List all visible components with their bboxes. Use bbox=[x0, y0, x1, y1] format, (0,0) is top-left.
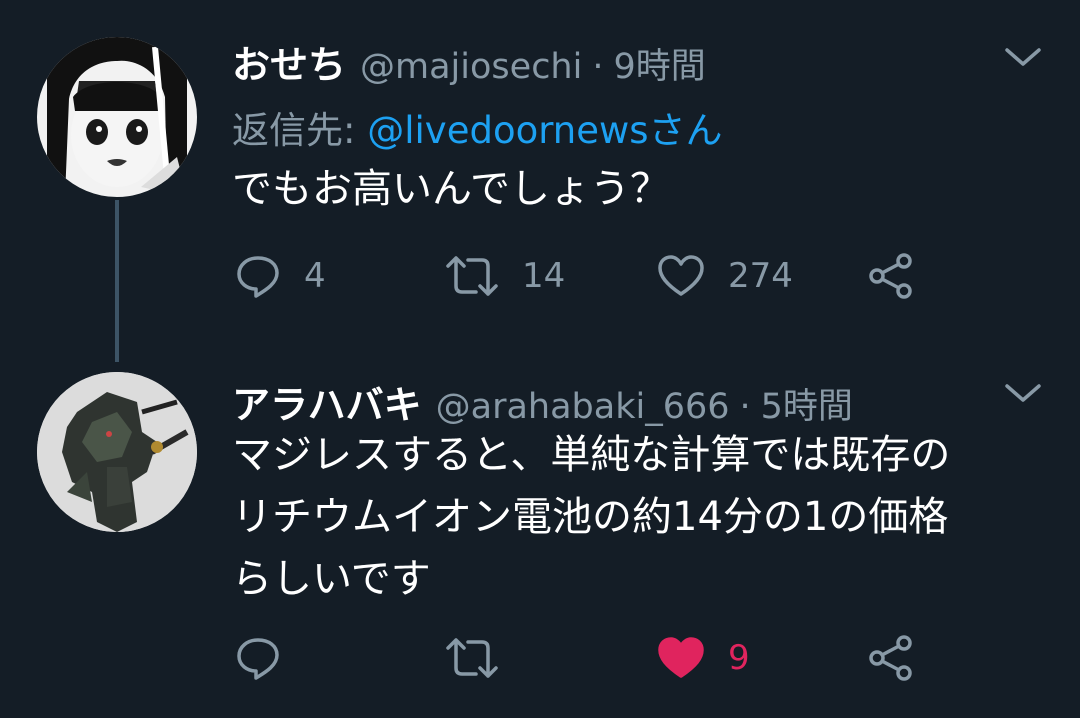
tweet-header: アラハバキ @arahabaki_666 · 5時間 bbox=[232, 374, 853, 429]
chevron-down-icon[interactable] bbox=[1003, 42, 1043, 72]
reply-button[interactable] bbox=[234, 634, 304, 682]
retweet-count: 14 bbox=[522, 256, 566, 296]
timestamp[interactable]: 9時間 bbox=[613, 38, 705, 89]
like-count: 274 bbox=[728, 256, 793, 296]
display-name[interactable]: おせち bbox=[232, 34, 346, 89]
share-button[interactable] bbox=[866, 252, 916, 300]
retweet-icon bbox=[444, 634, 500, 682]
reply-button[interactable]: 4 bbox=[234, 252, 326, 300]
display-name[interactable]: アラハバキ bbox=[232, 374, 422, 429]
retweet-icon bbox=[444, 252, 500, 300]
like-count: 9 bbox=[728, 638, 750, 678]
tweet-text-line: らしいです bbox=[232, 556, 431, 602]
like-button[interactable]: 274 bbox=[656, 252, 793, 300]
retweet-button[interactable] bbox=[444, 634, 522, 682]
tweet-text-line: リチウムイオン電池の約14分の1の価格 bbox=[232, 494, 949, 540]
retweet-button[interactable]: 14 bbox=[444, 252, 565, 300]
reply-mention-link[interactable]: @livedoornewsさん bbox=[367, 109, 722, 152]
avatar[interactable] bbox=[37, 37, 197, 197]
reply-icon bbox=[234, 634, 282, 682]
tweet[interactable]: おせち @majiosechi · 9時間 返信先: @livedoornews… bbox=[0, 0, 1080, 362]
reply-count: 4 bbox=[304, 256, 326, 296]
tweet-text: でもお高いんでしょう？ bbox=[232, 166, 670, 212]
user-handle[interactable]: @majiosechi bbox=[360, 47, 582, 87]
share-button[interactable] bbox=[866, 634, 916, 682]
tweet-text-line: マジレスすると、単純な計算では既存の bbox=[232, 432, 951, 478]
avatar[interactable] bbox=[37, 372, 197, 532]
tweet[interactable]: アラハバキ @arahabaki_666 · 5時間 マジレスすると、単純な計算… bbox=[0, 340, 1080, 718]
chevron-down-icon[interactable] bbox=[1003, 378, 1043, 408]
tweet-header: おせち @majiosechi · 9時間 bbox=[232, 34, 706, 89]
user-handle[interactable]: @arahabaki_666 bbox=[436, 387, 730, 427]
reply-context: 返信先: @livedoornewsさん bbox=[232, 100, 723, 154]
share-icon bbox=[866, 252, 916, 300]
separator-dot: · bbox=[739, 387, 751, 427]
tweet-text: マジレスすると、単純な計算では既存の リチウムイオン電池の約14分の1の価格 ら… bbox=[232, 424, 1052, 610]
like-icon bbox=[656, 252, 706, 300]
reply-icon bbox=[234, 252, 282, 300]
like-button[interactable]: 9 bbox=[656, 634, 750, 682]
like-icon bbox=[656, 634, 706, 682]
timestamp[interactable]: 5時間 bbox=[761, 378, 853, 429]
share-icon bbox=[866, 634, 916, 682]
reply-label: 返信先: bbox=[232, 109, 368, 152]
separator-dot: · bbox=[592, 47, 604, 87]
thread-line bbox=[115, 200, 119, 362]
